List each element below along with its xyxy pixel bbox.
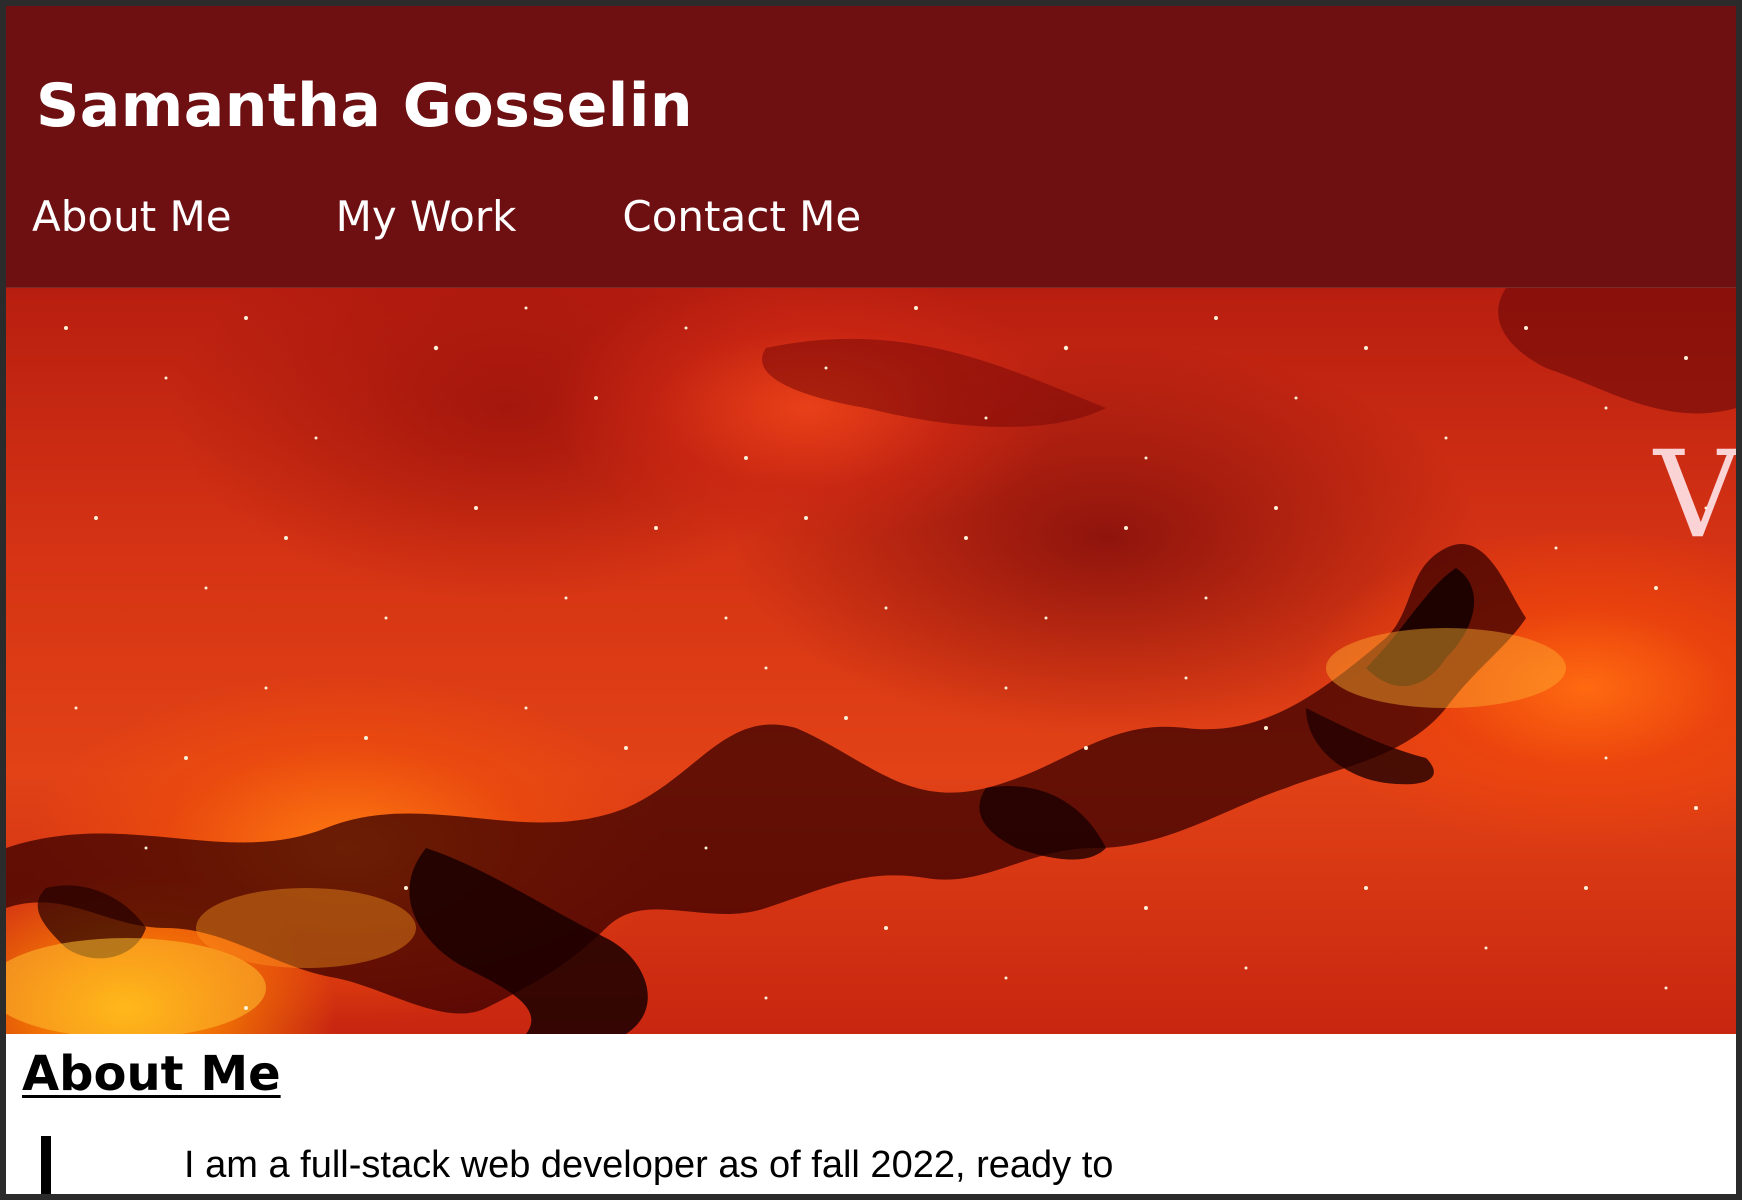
about-me-intro-text: I am a full-stack web developer as of fa… (184, 1144, 1114, 1186)
about-me-heading: About Me (22, 1046, 281, 1102)
site-title: Samantha Gosselin (36, 71, 694, 141)
nav-link-contact-me[interactable]: Contact Me (622, 196, 861, 238)
nebula-graphic (6, 288, 1736, 1034)
nav-link-my-work[interactable]: My Work (336, 196, 517, 238)
nav-link-about-me[interactable]: About Me (32, 196, 232, 238)
text-cursor-bar (41, 1136, 51, 1194)
main-content: About Me I am a full-stack web developer… (6, 1034, 1736, 1194)
site-header: Samantha Gosselin About Me My Work Conta… (6, 6, 1736, 288)
hero-overlay-text: V (1654, 426, 1736, 565)
hero-banner-image: V (6, 288, 1736, 1034)
browser-viewport: Samantha Gosselin About Me My Work Conta… (6, 6, 1736, 1194)
main-nav: About Me My Work Contact Me (32, 196, 861, 238)
